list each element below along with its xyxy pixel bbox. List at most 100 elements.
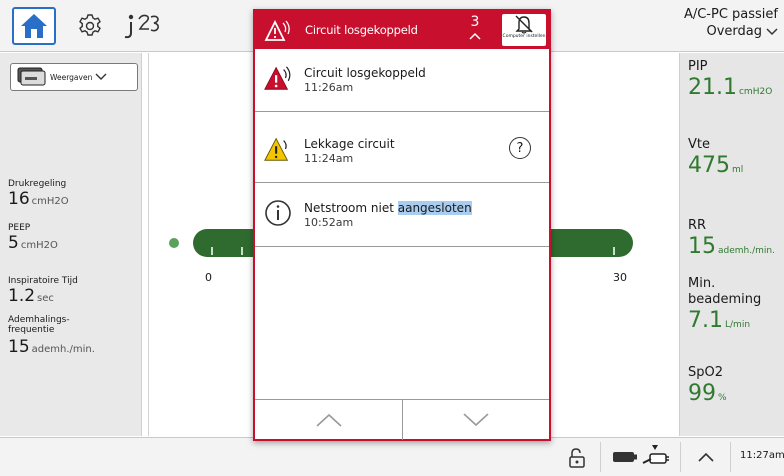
alarm-time: 11:26am (304, 81, 354, 94)
setting-pressure-control[interactable]: Drukregeling 16 cmH2O (8, 179, 69, 209)
patient-info-icon (124, 14, 159, 39)
alarm-navigation (255, 399, 549, 440)
gauge-tick (211, 247, 213, 255)
chevron-up-icon (315, 413, 342, 427)
chevron-up-icon (467, 30, 483, 42)
alarm-silence-button[interactable]: Computer instellen (502, 14, 546, 46)
alarm-list-item[interactable]: Lekkage circuit 11:24am ? (255, 120, 549, 183)
chevron-down-icon (463, 413, 489, 427)
alarm-bell-icon (263, 17, 293, 43)
divider (148, 53, 149, 436)
question-icon: ? (516, 140, 524, 156)
measurement-value: 15 (688, 234, 716, 259)
setting-respiratory-rate[interactable]: Ademhalings- frequentie 15 ademh./min. (8, 315, 118, 357)
scale-max-label: 30 (613, 271, 627, 284)
ventilation-mode[interactable]: A/C-PC passief Overdag (684, 6, 778, 40)
status-bar: 11:27am (0, 437, 784, 476)
measurement-value: 21.1 (688, 75, 737, 100)
setting-value: 5 (8, 233, 19, 253)
measurement-value: 475 (688, 153, 730, 178)
home-icon (21, 14, 47, 38)
setting-inspiratory-time[interactable]: Inspiratoire Tijd 1.2 sec (8, 276, 78, 306)
measurement-label: SpO2 (688, 365, 724, 380)
home-button[interactable] (12, 7, 56, 45)
setting-value: 1.2 (8, 286, 36, 306)
measurement-rr: RR 15 ademh./min. (688, 218, 775, 260)
alarm-time: 11:24am (304, 152, 354, 165)
chevron-up-icon (698, 452, 714, 462)
setting-label: PEEP (8, 223, 31, 233)
highlighted-text: aangesloten (397, 201, 472, 215)
gear-icon (79, 14, 101, 36)
alarm-title-text: Netstroom niet (304, 201, 398, 215)
measurement-spo2: SpO2 99% (688, 365, 727, 407)
setting-unit: sec (37, 293, 54, 304)
high-priority-alarm-icon (263, 63, 293, 93)
unlock-icon (569, 448, 585, 468)
gauge-tick (241, 247, 243, 255)
setting-value: 15 (8, 337, 30, 357)
scroll-down-button[interactable] (402, 400, 549, 440)
bell-silence-icon (515, 15, 533, 34)
monitor-icon (17, 67, 46, 86)
setting-value: 16 (8, 189, 30, 209)
measurement-label: RR (688, 218, 707, 233)
setting-label: Ademhalings- frequentie (8, 315, 70, 335)
setting-unit: cmH2O (20, 240, 58, 251)
alarm-title: Circuit losgekoppeld (304, 66, 426, 80)
divider (680, 442, 681, 472)
power-plug-icon (640, 444, 670, 470)
measurement-minute-volume: Min. beademing 7.1 L/min (688, 276, 761, 334)
measurement-vte: Vte 475 ml (688, 137, 743, 179)
settings-button[interactable] (72, 9, 108, 43)
setting-unit: cmH2O (31, 196, 69, 207)
alarm-count: 3 (470, 14, 480, 30)
scroll-up-button[interactable] (255, 400, 402, 440)
setting-label: Drukregeling (8, 179, 67, 189)
mode-label: A/C-PC passief (683, 7, 778, 22)
alarm-list-item[interactable]: Netstroom niet aangesloten 10:52am (255, 184, 549, 247)
views-button[interactable]: Weergaven (10, 63, 138, 91)
gauge-tick (613, 247, 615, 255)
alarm-title: Netstroom niet aangesloten (304, 201, 472, 215)
alarm-time: 10:52am (304, 216, 354, 229)
views-label: Weergaven (50, 72, 93, 82)
alarm-title: Lekkage circuit (304, 137, 395, 151)
help-button[interactable]: ? (509, 137, 531, 159)
settings-panel: Weergaven Drukregeling 16 cmH2O PEEP 5 cmH… (0, 53, 142, 436)
measurement-pip: PIP 21.1 cmH2O (688, 59, 772, 101)
expand-tray-button[interactable] (692, 446, 720, 468)
patient-info-button[interactable] (118, 8, 164, 44)
battery-icon (612, 450, 638, 464)
chevron-down-icon (95, 73, 107, 80)
alarm-silence-label: Computer instellen (502, 34, 546, 39)
clock: 11:27am (740, 450, 784, 461)
measurement-unit: ademh./min. (718, 246, 775, 256)
measurement-unit: % (718, 393, 727, 403)
measurement-unit: cmH2O (738, 87, 773, 97)
measurement-value: 7.1 (688, 308, 723, 333)
measurement-value: 99 (688, 381, 716, 406)
alarm-header[interactable]: Circuit losgekoppeld 3 Computer instelle… (255, 11, 549, 49)
measurement-unit: L/min (725, 320, 751, 330)
alarm-popup: Circuit losgekoppeld 3 Computer instelle… (253, 9, 551, 441)
measurement-label: Min. beademing (688, 276, 762, 307)
setting-peep[interactable]: PEEP 5 cmH2O (8, 223, 58, 253)
chevron-down-icon (766, 27, 778, 35)
screen-lock-button[interactable] (566, 448, 588, 468)
preset-label: Overdag (706, 24, 762, 39)
setting-unit: ademh./min. (31, 344, 95, 355)
gauge-marker (169, 238, 179, 248)
divider (730, 442, 731, 472)
scale-min-label: 0 (205, 271, 212, 284)
setting-label: Inspiratoire Tijd (8, 276, 78, 286)
medium-priority-alarm-icon (263, 134, 293, 164)
measurement-label: Vte (688, 137, 710, 152)
alarm-header-title: Circuit losgekoppeld (305, 23, 418, 37)
measurements-panel: PIP 21.1 cmH2O Vte 475 ml RR 15 ademh./min.… (679, 53, 784, 436)
measurement-label: PIP (688, 59, 708, 74)
info-alarm-icon (263, 198, 293, 228)
measurement-unit: ml (732, 165, 744, 175)
alarm-list-item[interactable]: Circuit losgekoppeld 11:26am (255, 49, 549, 112)
divider (600, 442, 601, 472)
